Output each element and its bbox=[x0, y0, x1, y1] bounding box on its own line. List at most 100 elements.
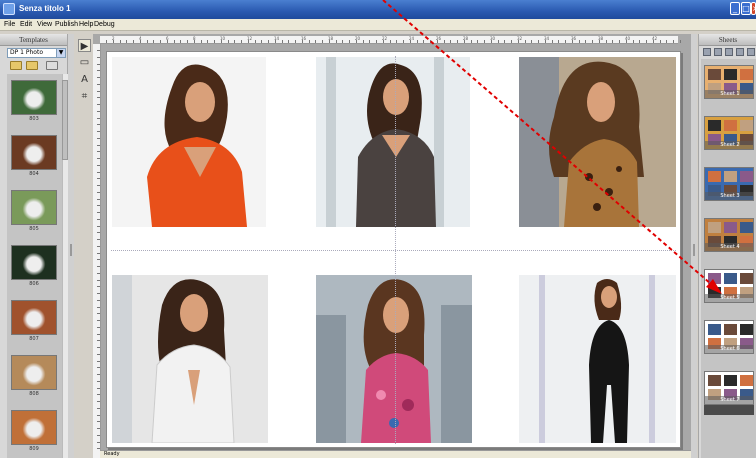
ruler-tick bbox=[295, 40, 296, 43]
templates-list[interactable]: 803 804 805 806 807 808 809 bbox=[7, 74, 62, 458]
ruler-tick bbox=[133, 40, 134, 43]
templates-header: Templates bbox=[0, 34, 67, 46]
template-item[interactable]: 804 bbox=[11, 135, 57, 179]
menu-edit[interactable]: Edit bbox=[20, 21, 32, 28]
sheet-item[interactable]: Sheet 3 bbox=[704, 167, 754, 211]
ruler-tick bbox=[97, 110, 100, 112]
text-tool-icon[interactable]: A bbox=[78, 73, 91, 86]
ruler-tick bbox=[430, 40, 431, 43]
ruler-tick bbox=[531, 40, 533, 43]
ruler-tick bbox=[227, 40, 229, 43]
ruler-tick bbox=[106, 40, 107, 43]
chevron-down-icon[interactable]: ▼ bbox=[56, 49, 65, 57]
photo-frame-3[interactable] bbox=[519, 57, 676, 227]
sheet-item[interactable]: Sheet 1 bbox=[704, 65, 754, 109]
ruler-tick bbox=[97, 326, 100, 328]
ruler-tick bbox=[97, 353, 100, 355]
photo-frame-4[interactable] bbox=[112, 275, 268, 443]
ruler-tick bbox=[612, 40, 614, 43]
template-number: 804 bbox=[29, 171, 39, 177]
folder-new-icon[interactable] bbox=[26, 61, 38, 70]
sheet-mini-photo bbox=[724, 273, 737, 284]
sheet-thumbnail: Sheet 4 bbox=[704, 218, 754, 252]
ruler-tick bbox=[97, 205, 100, 207]
frame-tool-icon[interactable]: ▭ bbox=[78, 56, 91, 69]
close-button[interactable]: × bbox=[751, 2, 756, 15]
sheet-options-icon[interactable] bbox=[747, 48, 755, 56]
ruler-tick bbox=[396, 40, 398, 43]
photo-frame-1[interactable] bbox=[112, 57, 266, 227]
photo-frame-6[interactable] bbox=[519, 275, 676, 443]
select-tool-icon[interactable]: ▶ bbox=[78, 39, 91, 52]
ruler-tick bbox=[241, 40, 242, 43]
sheet-name: Sheet 7 bbox=[705, 396, 753, 404]
ruler-tick bbox=[97, 124, 100, 126]
maximize-button[interactable]: □ bbox=[741, 2, 751, 15]
ruler-tick bbox=[97, 212, 100, 213]
ruler-tick bbox=[139, 40, 141, 43]
ruler-tick bbox=[349, 40, 350, 43]
sheet-item[interactable]: Sheet 4 bbox=[704, 218, 754, 262]
ruler-tick bbox=[200, 40, 202, 43]
ruler-tick bbox=[97, 286, 100, 288]
menu-help[interactable]: Help bbox=[79, 21, 93, 28]
duplicate-sheet-icon[interactable] bbox=[714, 48, 722, 56]
ruler-tick bbox=[97, 90, 100, 92]
sheet-mini-photo bbox=[724, 375, 737, 386]
import-icon[interactable] bbox=[46, 61, 58, 70]
ruler-tick bbox=[126, 40, 128, 43]
minimize-button[interactable]: _ bbox=[730, 2, 740, 15]
ruler-tick bbox=[625, 40, 627, 43]
ruler-tick bbox=[281, 40, 283, 43]
ruler-tick bbox=[97, 232, 100, 234]
photo-frame-2[interactable] bbox=[316, 57, 470, 227]
right-splitter[interactable] bbox=[691, 34, 697, 458]
ruler-tick bbox=[97, 218, 100, 220]
ruler-tick bbox=[254, 40, 256, 43]
tool-palette: ▶ ▭ A ⌗ bbox=[75, 34, 93, 458]
splitter-grip bbox=[693, 244, 695, 256]
template-type-select[interactable]: DP 1 Photo ▼ bbox=[7, 48, 66, 58]
template-item[interactable]: 805 bbox=[11, 190, 57, 234]
sheet-thumbnail: Sheet 6 bbox=[704, 320, 754, 354]
sheet-item[interactable]: Sheet 7 bbox=[704, 371, 754, 415]
ruler-tick bbox=[328, 40, 330, 43]
ruler-vertical bbox=[93, 44, 101, 458]
folder-open-icon[interactable] bbox=[10, 61, 22, 70]
sheet-item[interactable]: Sheet 6 bbox=[704, 320, 754, 364]
ruler-tick bbox=[97, 421, 100, 423]
template-item[interactable]: 803 bbox=[11, 80, 57, 124]
ruler-tick bbox=[362, 40, 364, 43]
ruler-tick bbox=[484, 40, 485, 43]
ruler-tick bbox=[97, 104, 100, 105]
crop-tool-icon[interactable]: ⌗ bbox=[78, 90, 91, 103]
ruler-horizontal: 2 4 6 8 10 12 14 16 18 20 22 24 26 28 30 32 34 36 38 40 42 bbox=[100, 36, 681, 44]
ruler-tick bbox=[558, 40, 560, 43]
sheet-name: Sheet 4 bbox=[705, 243, 753, 251]
template-item[interactable]: 806 bbox=[11, 245, 57, 289]
menu-file[interactable]: File bbox=[4, 21, 15, 28]
template-type-value: DP 1 Photo bbox=[10, 49, 43, 56]
menu-publish[interactable]: Publish bbox=[55, 21, 78, 28]
sheet-item[interactable]: Sheet 2 bbox=[704, 116, 754, 160]
ruler-tick bbox=[97, 198, 100, 200]
ruler-tick bbox=[97, 144, 100, 146]
add-sheet-icon[interactable] bbox=[703, 48, 711, 56]
delete-sheet-icon[interactable] bbox=[725, 48, 733, 56]
menu-view[interactable]: View bbox=[37, 21, 52, 28]
ruler-tick bbox=[322, 40, 323, 43]
left-splitter[interactable] bbox=[68, 34, 74, 458]
ruler-tick bbox=[679, 40, 681, 43]
template-item[interactable]: 809 bbox=[11, 410, 57, 454]
template-item[interactable]: 808 bbox=[11, 355, 57, 399]
sheets-list[interactable]: Sheet 1 Sheet 2 Sheet 3 Sheet 4 Sheet 5 Sheet… bbox=[701, 59, 756, 458]
menu-debug[interactable]: Debug bbox=[94, 21, 115, 28]
sheet-item[interactable]: Sheet 5 bbox=[704, 269, 754, 313]
template-item[interactable]: 807 bbox=[11, 300, 57, 344]
sheet-name: Sheet 5 bbox=[705, 294, 753, 302]
ruler-tick bbox=[97, 151, 100, 153]
photo-frame-5[interactable] bbox=[316, 275, 472, 443]
ruler-tick bbox=[97, 407, 100, 409]
photo-5-image bbox=[316, 275, 472, 443]
sheet-settings-icon[interactable] bbox=[736, 48, 744, 56]
